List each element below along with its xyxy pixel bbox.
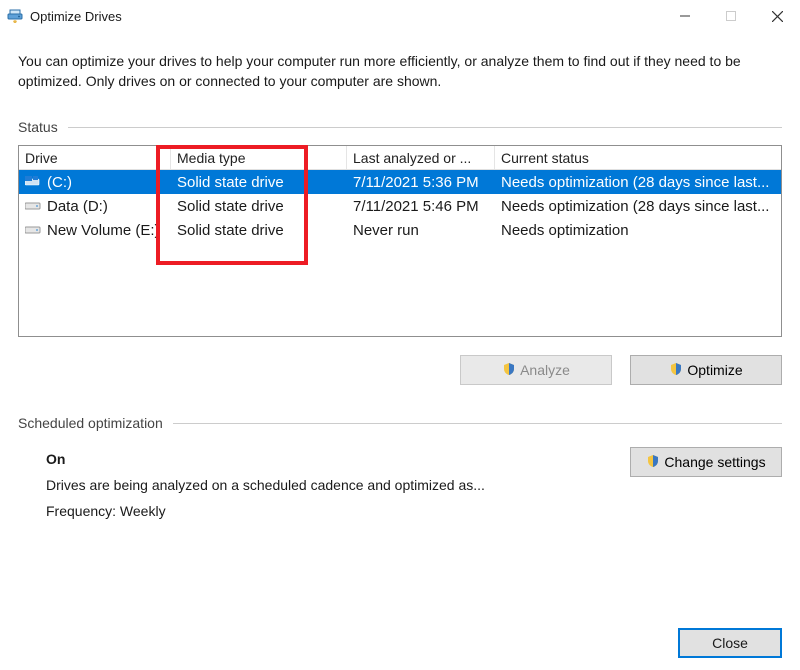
drive-list[interactable]: Drive Media type Last analyzed or ... Cu…: [18, 145, 782, 337]
col-last[interactable]: Last analyzed or ...: [347, 146, 495, 169]
app-icon: [6, 7, 24, 25]
window-buttons: [662, 0, 800, 32]
close-label: Close: [712, 635, 748, 651]
change-settings-button[interactable]: Change settings: [630, 447, 782, 477]
window-title: Optimize Drives: [30, 9, 122, 24]
drive-hdd-icon: [25, 198, 41, 214]
cell-status: Needs optimization (28 days since last..…: [495, 198, 781, 215]
rule: [173, 423, 782, 424]
drive-hdd-icon: [25, 222, 41, 238]
table-row[interactable]: Data (D:) Solid state drive 7/11/2021 5:…: [19, 194, 781, 218]
scheduled-desc: Drives are being analyzed on a scheduled…: [46, 477, 782, 493]
cell-last: 7/11/2021 5:36 PM: [347, 174, 495, 191]
status-label: Status: [18, 119, 782, 135]
close-window-button[interactable]: [754, 0, 800, 32]
titlebar: Optimize Drives: [0, 0, 800, 32]
table-row[interactable]: (C:) Solid state drive 7/11/2021 5:36 PM…: [19, 170, 781, 194]
cell-media: Solid state drive: [171, 222, 347, 239]
shield-icon: [502, 362, 516, 379]
scheduled-freq: Frequency: Weekly: [46, 503, 782, 519]
status-label-text: Status: [18, 119, 58, 135]
col-drive[interactable]: Drive: [19, 146, 171, 169]
optimize-label: Optimize: [687, 362, 742, 378]
cell-status: Needs optimization: [495, 222, 781, 239]
cell-drive: Data (D:): [47, 198, 108, 215]
scheduled-label-text: Scheduled optimization: [18, 415, 163, 431]
cell-media: Solid state drive: [171, 174, 347, 191]
analyze-button: Analyze: [460, 355, 612, 385]
scheduled-label: Scheduled optimization: [18, 415, 782, 431]
shield-icon: [646, 454, 660, 471]
col-status[interactable]: Current status: [495, 146, 781, 169]
list-header[interactable]: Drive Media type Last analyzed or ... Cu…: [19, 146, 781, 170]
change-settings-label: Change settings: [664, 454, 765, 470]
cell-last: Never run: [347, 222, 495, 239]
cell-drive: (C:): [47, 174, 72, 191]
drive-os-icon: [25, 174, 41, 190]
analyze-label: Analyze: [520, 362, 570, 378]
action-buttons: Analyze Optimize: [18, 355, 782, 385]
cell-last: 7/11/2021 5:46 PM: [347, 198, 495, 215]
shield-icon: [669, 362, 683, 379]
rule: [68, 127, 782, 128]
table-row[interactable]: New Volume (E:) Solid state drive Never …: [19, 218, 781, 242]
optimize-button[interactable]: Optimize: [630, 355, 782, 385]
close-button[interactable]: Close: [678, 628, 782, 658]
bottom-row: Close: [678, 628, 782, 658]
intro-text: You can optimize your drives to help you…: [18, 52, 782, 91]
cell-media: Solid state drive: [171, 198, 347, 215]
col-media[interactable]: Media type: [171, 146, 347, 169]
minimize-button[interactable]: [662, 0, 708, 32]
maximize-button: [708, 0, 754, 32]
scheduled-body: On Drives are being analyzed on a schedu…: [18, 441, 782, 519]
cell-drive: New Volume (E:): [47, 222, 160, 239]
cell-status: Needs optimization (28 days since last..…: [495, 174, 781, 191]
